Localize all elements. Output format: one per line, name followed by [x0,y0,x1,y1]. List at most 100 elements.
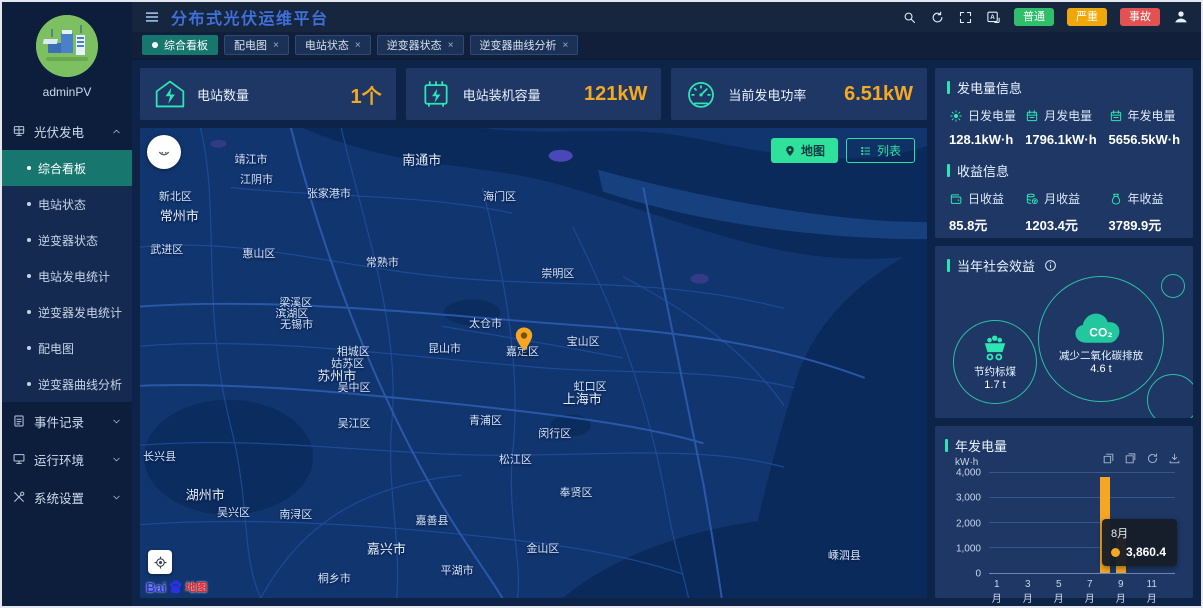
info-item-label: 日收益 [949,190,1025,207]
tab-电站状态[interactable]: 电站状态× [295,35,371,55]
x-tick-label [1036,577,1052,592]
page-title: 分布式光伏运维平台 [171,5,329,29]
chart-bar-slot [1051,473,1067,573]
svg-text:CO₂: CO₂ [1089,325,1112,339]
solar-panel-icon [12,124,26,138]
svg-text:A: A [990,14,995,21]
info-item-value: 5656.5kW·h [1109,132,1182,147]
refresh-icon[interactable] [930,10,945,25]
tab-close-icon[interactable]: × [563,40,569,51]
main-area: 分布式光伏运维平台 A普通严重事故 综合看板配电图×电站状态×逆变器状态×逆变器… [132,2,1201,606]
stat-label: 电站装机容量 [463,85,541,104]
info-item-value: 85.8元 [949,215,1025,234]
alarm-badge-严重[interactable]: 严重 [1067,8,1107,26]
co2-cloud-icon: CO₂ [1069,303,1133,347]
stat-value: 6.51kW [844,83,913,106]
info-label-text: 月发电量 [1044,107,1092,124]
section-title-text: 发电量信息 [957,78,1022,97]
y-tick-label: 0 [975,569,981,580]
coal-label: 节约标煤 [974,366,1016,379]
sidebar-group-运行环境[interactable]: 运行环境 [2,440,132,478]
map-cluster-marker[interactable] [147,135,181,169]
calendar-icon [1025,109,1039,123]
menu-collapse-icon[interactable] [144,9,160,25]
sidebar-item-逆变器曲线分析[interactable]: 逆变器曲线分析 [2,366,132,402]
sidebar-group-label: 事件记录 [34,412,84,431]
bullet-dot-icon [27,166,31,170]
tab-逆变器状态[interactable]: 逆变器状态 × [377,35,464,55]
revenue-info-title: 收益信息 [947,161,1181,180]
sidebar-menu: 光伏发电综合看板电站状态逆变器状态电站发电统计逆变器发电统计配电图逆变器曲线分析… [2,112,132,606]
content: 电站数量1个电站装机容量121kW当前发电功率6.51kW [132,60,1201,606]
sidebar-item-label: 逆变器状态 [38,232,98,249]
tab-配电图[interactable]: 配电图× [224,35,289,55]
chevron-down-icon [111,492,122,503]
decorative-circle [1161,274,1185,298]
coal-cart-icon [978,333,1012,363]
sidebar-submenu: 综合看板电站状态逆变器状态电站发电统计逆变器发电统计配电图逆变器曲线分析 [2,150,132,402]
info-item-日收益: 日收益 85.8元 [949,190,1025,234]
tab-close-icon[interactable]: × [273,40,279,51]
tab-综合看板[interactable]: 综合看板 [142,35,218,55]
toolbox-restore-icon[interactable] [1124,452,1137,465]
map-view-button[interactable]: 地图 [771,138,838,163]
alarm-badge-普通[interactable]: 普通 [1014,8,1054,26]
coal-saving-circle: 节约标煤 1.7 t [953,320,1037,404]
section-title-text: 当年社会效益 [957,256,1035,275]
section-title-text: 收益信息 [957,161,1009,180]
x-tick-label: 9月 [1113,577,1129,592]
alarm-badge-事故[interactable]: 事故 [1120,8,1160,26]
tab-label: 综合看板 [164,37,208,53]
stat-label: 当前发电功率 [728,85,806,104]
sidebar: adminPV 光伏发电综合看板电站状态逆变器状态电站发电统计逆变器发电统计配电… [2,2,132,606]
co2-value: 4.6 t [1090,363,1111,375]
y-tick-label: 1,000 [956,543,981,554]
info-icon[interactable] [1044,259,1057,272]
info-item-value: 3789.9元 [1109,215,1182,234]
bullet-dot-icon [27,202,31,206]
map-panel[interactable]: 靖江市南通市江阴市新北区张家港市海门区常州市武进区惠山区常熟市崇明区梁溪区滨湖区… [140,128,927,598]
annual-generation-chart-panel: 年发电量 kW·h 01,0002,0003,0004,000 1月3月5月7月… [935,426,1193,598]
stat-label: 电站数量 [197,85,249,104]
info-item-年发电量: 年发电量5656.5kW·h [1109,107,1182,147]
stat-card-电站数量: 电站数量1个 [140,68,396,120]
user-avatar[interactable] [36,15,98,77]
sidebar-item-综合看板[interactable]: 综合看板 [2,150,132,186]
wallet-icon [949,192,963,206]
toolbox-refresh-icon[interactable] [1146,452,1159,465]
tab-逆变器曲线分析[interactable]: 逆变器曲线分析× [470,35,579,55]
info-item-label: 月收益 [1025,190,1108,207]
chart-bar-slot [1020,473,1036,573]
translate-icon[interactable]: A [986,10,1001,25]
chart-area: kW·h 01,0002,0003,0004,000 1月3月5月7月9月11月… [945,457,1183,592]
fullscreen-icon[interactable] [958,10,973,25]
generation-info-grid: 日发电量 128.1kW·h 月发电量 1796.1kW·h年发电量5656.5kW·… [949,107,1181,147]
tab-label: 逆变器状态 [387,37,442,53]
sidebar-group-系统设置[interactable]: 系统设置 [2,478,132,516]
info-item-value: 128.1kW·h [949,132,1025,147]
x-tick-label [1129,577,1145,592]
info-label-text: 日发电量 [968,107,1016,124]
tooltip-series-dot [1111,548,1120,557]
map-view-toggle: 地图 列表 [771,138,915,163]
tab-close-icon[interactable]: × [448,40,454,51]
user-icon[interactable] [1173,9,1189,25]
tab-close-icon[interactable]: × [355,40,361,51]
locate-button[interactable] [148,550,172,574]
sidebar-item-逆变器状态[interactable]: 逆变器状态 [2,222,132,258]
sidebar-item-label: 电站状态 [38,196,86,213]
sidebar-group-光伏发电[interactable]: 光伏发电 [2,112,132,150]
sidebar-item-电站发电统计[interactable]: 电站发电统计 [2,258,132,294]
sidebar-item-逆变器发电统计[interactable]: 逆变器发电统计 [2,294,132,330]
sidebar-item-电站状态[interactable]: 电站状态 [2,186,132,222]
info-item-value: 1796.1kW·h [1025,132,1108,147]
station-pin-icon[interactable] [512,326,536,361]
toolbox-datazoom-icon[interactable] [1102,452,1115,465]
tooltip-category: 8月 [1111,525,1166,541]
toolbox-download-icon[interactable] [1168,452,1181,465]
search-icon[interactable] [902,10,917,25]
title-accent-bar [947,81,950,94]
list-view-button[interactable]: 列表 [846,138,915,163]
sidebar-item-配电图[interactable]: 配电图 [2,330,132,366]
sidebar-group-事件记录[interactable]: 事件记录 [2,402,132,440]
